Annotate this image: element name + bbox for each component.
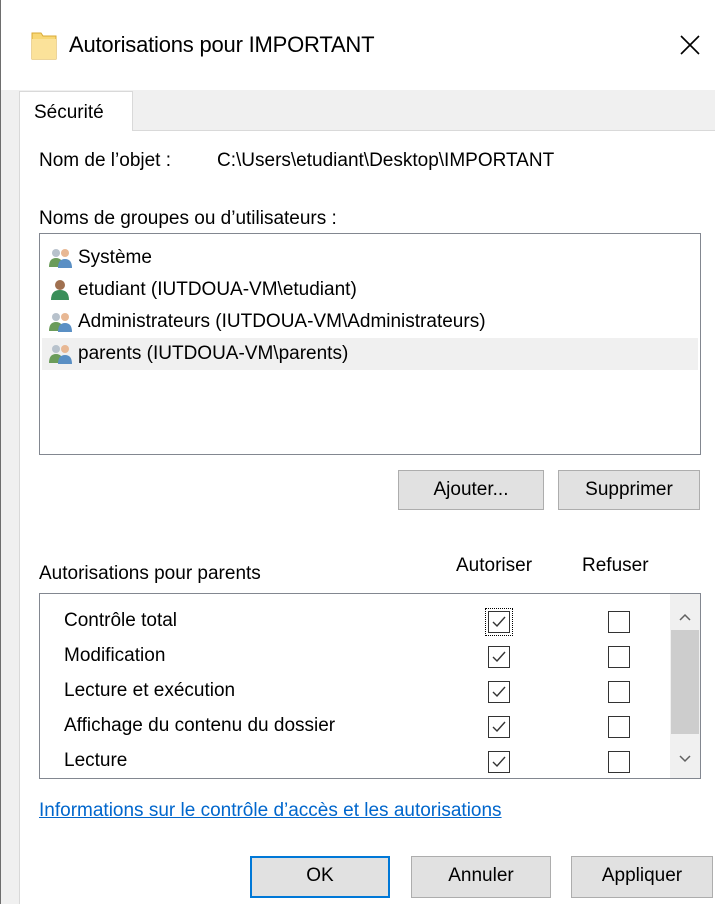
folder-icon [31,32,57,60]
permissions-title: Autorisations pour parents [39,563,261,584]
group-icon [49,313,72,332]
close-icon[interactable] [673,28,707,62]
permission-label: Affichage du contenu du dossier [64,715,336,736]
checkmark-icon [492,756,506,768]
permissions-list[interactable]: Contrôle total Modification Lecture et e… [39,593,701,779]
user-list[interactable]: Système etudiant (IUTDOUA-VM\etudiant) A… [39,233,701,455]
allow-checkbox[interactable] [488,751,510,773]
checkmark-icon [492,616,506,628]
deny-checkbox[interactable] [608,611,630,633]
deny-checkbox[interactable] [608,646,630,668]
allow-checkbox[interactable] [485,608,513,636]
allow-column-header: Autoriser [456,555,533,576]
deny-checkbox[interactable] [608,751,630,773]
permission-row: Modification [40,639,670,674]
scrollbar-thumb[interactable] [671,630,699,734]
permission-label: Lecture et exécution [64,680,236,701]
checkmark-icon [492,721,506,733]
user-row-system[interactable]: Système [42,242,698,274]
permission-row: Affichage du contenu du dossier [40,709,670,744]
permissions-scrollbar[interactable] [670,594,700,778]
remove-button[interactable]: Supprimer [558,470,700,510]
checkmark-icon [492,651,506,663]
permission-row: Lecture [40,744,670,778]
scroll-up-icon[interactable] [678,610,692,624]
access-control-help-link[interactable]: Informations sur le contrôle d’accès et … [39,800,502,822]
title-bar: Autorisations pour IMPORTANT [1,0,715,90]
permission-label: Modification [64,645,166,666]
checkmark-icon [492,686,506,698]
deny-checkbox[interactable] [608,716,630,738]
permission-row: Lecture et exécution [40,674,670,709]
scroll-down-icon[interactable] [678,752,692,766]
add-button[interactable]: Ajouter... [398,470,544,510]
permission-label: Contrôle total [64,610,178,631]
user-row-administrateurs[interactable]: Administrateurs (IUTDOUA-VM\Administrate… [42,306,698,338]
permissions-dialog: Autorisations pour IMPORTANT Sécurité No… [0,0,715,904]
cancel-button[interactable]: Annuler [411,856,551,898]
user-row-label: Administrateurs (IUTDOUA-VM\Administrate… [78,311,486,332]
window-title: Autorisations pour IMPORTANT [69,32,375,57]
user-row-label: Système [78,247,152,268]
user-row-parents[interactable]: parents (IUTDOUA-VM\parents) [42,338,698,370]
user-row-etudiant[interactable]: etudiant (IUTDOUA-VM\etudiant) [42,274,698,306]
object-name-label: Nom de l’objet : [39,150,172,171]
groups-label: Noms de groupes ou d’utilisateurs : [39,208,337,229]
ok-button[interactable]: OK [250,856,390,898]
group-icon [49,345,72,364]
user-row-label: parents (IUTDOUA-VM\parents) [78,343,349,364]
deny-checkbox[interactable] [608,681,630,703]
user-icon [51,280,69,300]
allow-checkbox[interactable] [488,716,510,738]
tab-security[interactable]: Sécurité [19,91,133,131]
apply-button[interactable]: Appliquer [571,856,713,898]
deny-column-header: Refuser [582,555,649,576]
allow-checkbox[interactable] [488,681,510,703]
group-icon [49,249,72,268]
permission-row: Contrôle total [40,604,670,639]
permission-label: Lecture [64,750,128,771]
allow-checkbox[interactable] [488,646,510,668]
user-row-label: etudiant (IUTDOUA-VM\etudiant) [78,279,357,300]
object-path: C:\Users\etudiant\Desktop\IMPORTANT [217,150,555,171]
